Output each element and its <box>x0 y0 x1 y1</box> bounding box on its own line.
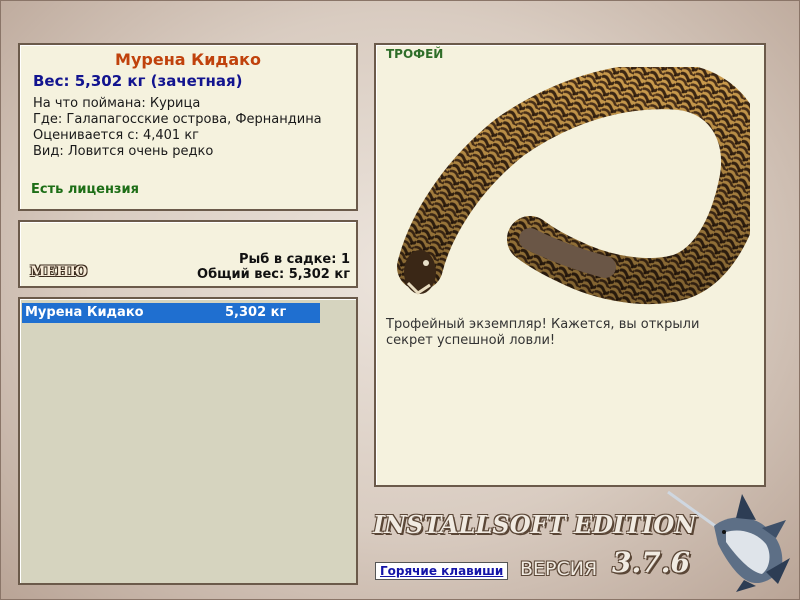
license-status: Есть лицензия <box>31 182 139 197</box>
trophy-panel: ТРОФЕЙ Трофейный экземпляр! Кажется, вы … <box>374 43 766 487</box>
keepnet-status-panel: МЕНЮ Рыб в садке: 1 Общий вес: 5,302 кг <box>18 220 358 288</box>
fish-weight: Вес: 5,302 кг (зачетная) <box>33 72 243 90</box>
eel-trophy-image <box>397 67 750 305</box>
list-item-weight: 5,302 кг <box>225 305 287 320</box>
total-weight: Общий вес: 5,302 кг <box>197 267 350 282</box>
version-label: ВЕРСИЯ <box>520 558 598 580</box>
location-info: Где: Галапагосские острова, Фернандина <box>33 112 322 127</box>
trophy-message: Трофейный экземпляр! Кажется, вы открыли… <box>386 317 700 348</box>
fish-info-panel: Мурена Кидако Вес: 5,302 кг (зачетная) Н… <box>18 43 358 211</box>
trophy-label: ТРОФЕЙ <box>386 47 444 61</box>
bait-info: На что поймана: Курица <box>33 96 201 111</box>
list-item[interactable]: Мурена Кидако 5,302 кг <box>22 303 320 323</box>
fish-count: Рыб в садке: 1 <box>238 252 350 267</box>
marlin-logo-icon <box>667 490 790 592</box>
fish-name: Мурена Кидако <box>115 50 261 69</box>
catch-list[interactable]: Мурена Кидако 5,302 кг <box>18 297 358 585</box>
hotkeys-link[interactable]: Горячие клавиши <box>375 562 509 580</box>
menu-button[interactable]: МЕНЮ <box>30 264 87 280</box>
list-item-name: Мурена Кидако <box>25 305 144 320</box>
edition-logo: INSTALLSOFT EDITION <box>373 510 697 539</box>
species-rarity-info: Вид: Ловится очень редко <box>33 144 214 159</box>
valued-from-info: Оценивается с: 4,401 кг <box>33 128 200 143</box>
